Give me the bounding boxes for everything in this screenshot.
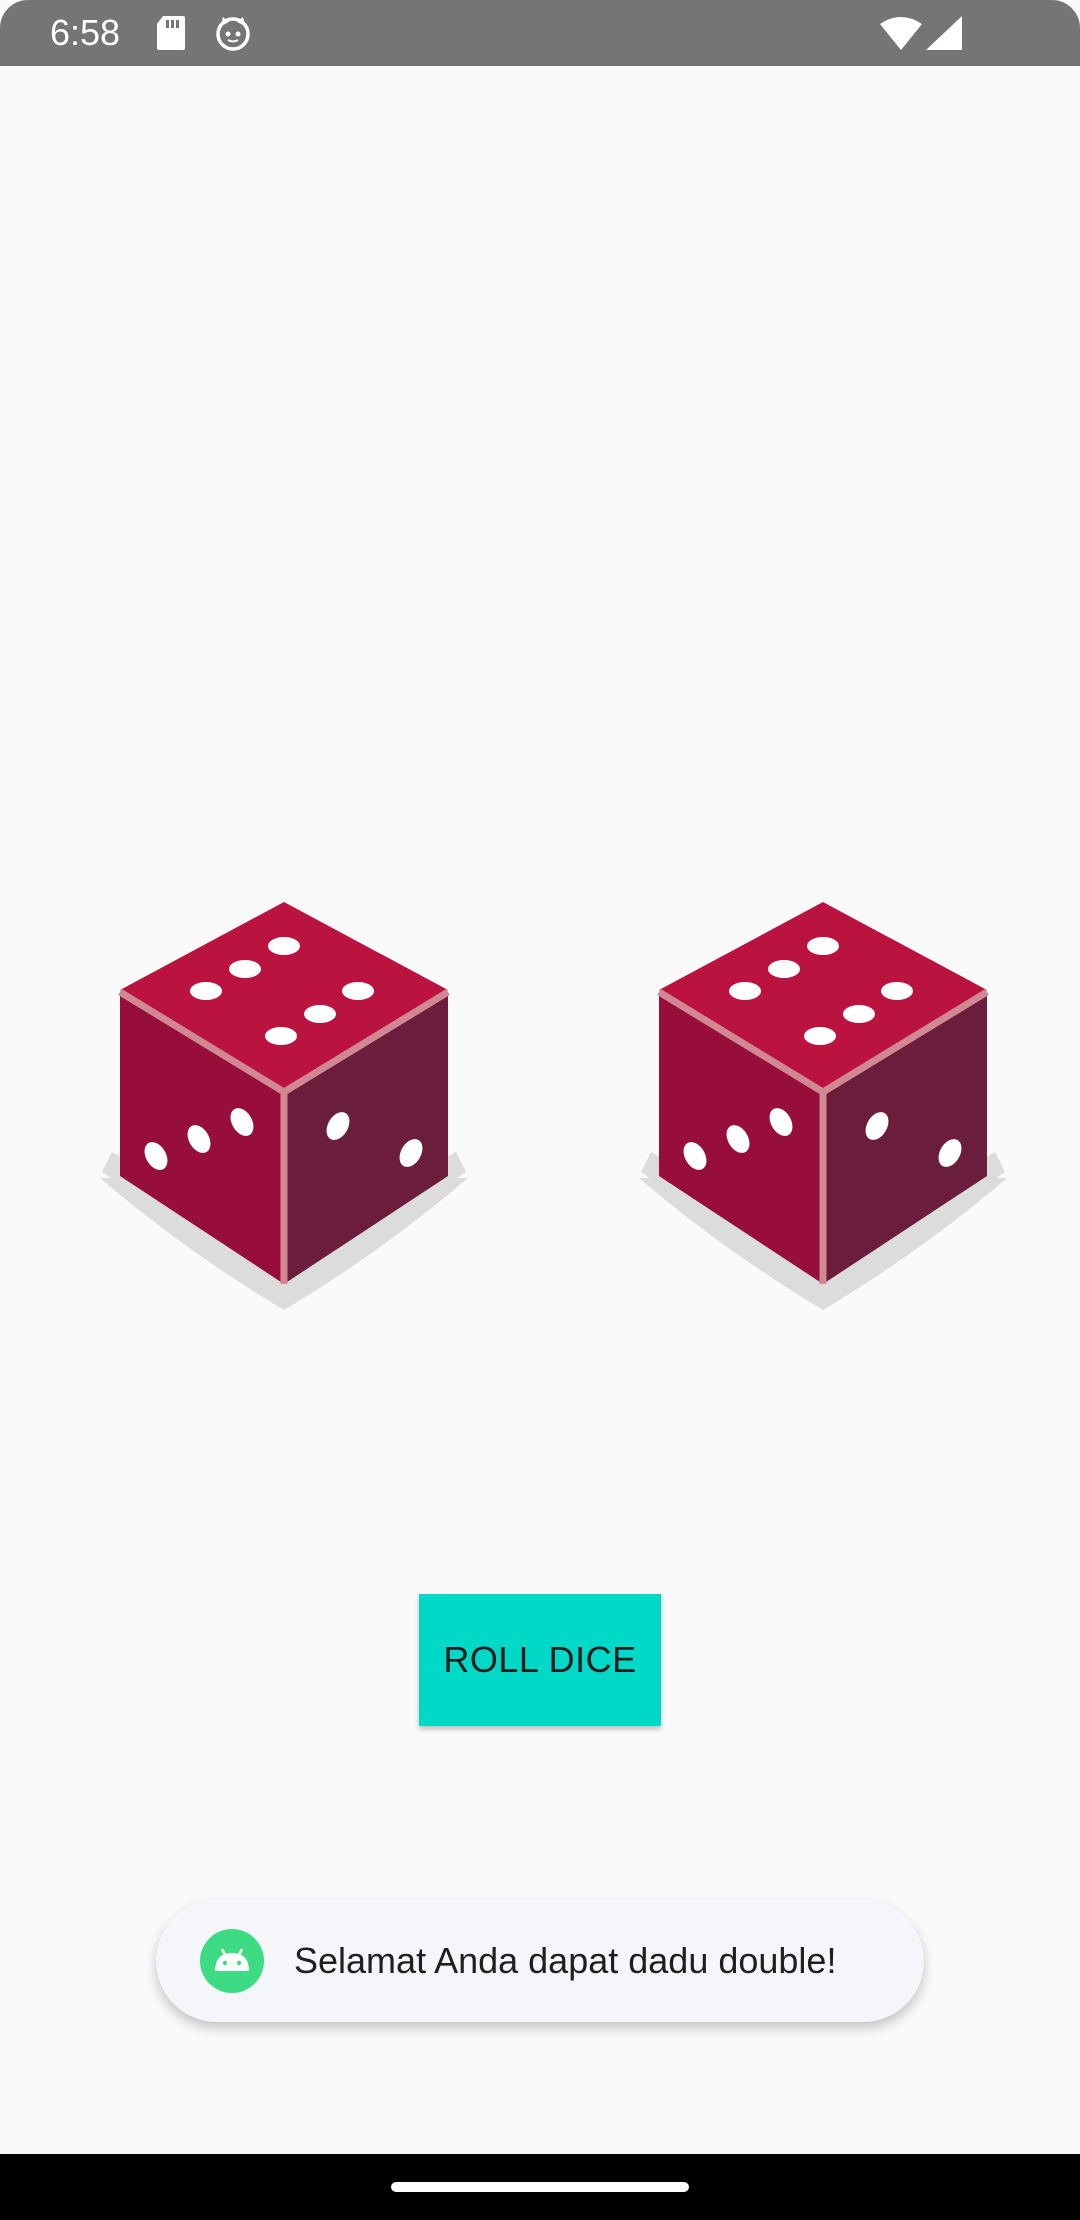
android-icon <box>200 1929 264 1993</box>
navigation-bar <box>0 2154 1080 2220</box>
wifi-icon <box>880 17 922 50</box>
left-die <box>100 902 468 1310</box>
right-die <box>639 902 1007 1310</box>
toast-message: Selamat Anda dapat dadu double! <box>156 1900 924 2022</box>
status-time: 6:58 <box>50 12 121 53</box>
toast-text: Selamat Anda dapat dadu double! <box>294 1940 837 1981</box>
status-bar: 6:58 <box>0 0 1080 66</box>
sd-card-icon <box>157 16 185 50</box>
cat-face-icon <box>216 17 250 51</box>
home-gesture-handle[interactable] <box>391 2182 689 2192</box>
roll-dice-button[interactable]: ROLL DICE <box>419 1594 661 1726</box>
cell-signal-icon <box>926 16 962 50</box>
